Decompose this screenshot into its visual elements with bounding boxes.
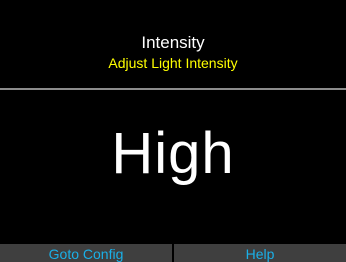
goto-config-button[interactable]: Goto Config (0, 244, 172, 262)
help-button[interactable]: Help (174, 244, 346, 262)
header-divider (0, 88, 346, 90)
screen-subtitle: Adjust Light Intensity (108, 55, 238, 71)
intensity-screen: Intensity Adjust Light Intensity High Go… (0, 0, 346, 262)
screen-title: Intensity (141, 33, 205, 52)
intensity-value[interactable]: High (0, 118, 346, 190)
softkey-bar: Goto Config Help (0, 244, 346, 262)
screen-header: Intensity Adjust Light Intensity (0, 32, 346, 72)
